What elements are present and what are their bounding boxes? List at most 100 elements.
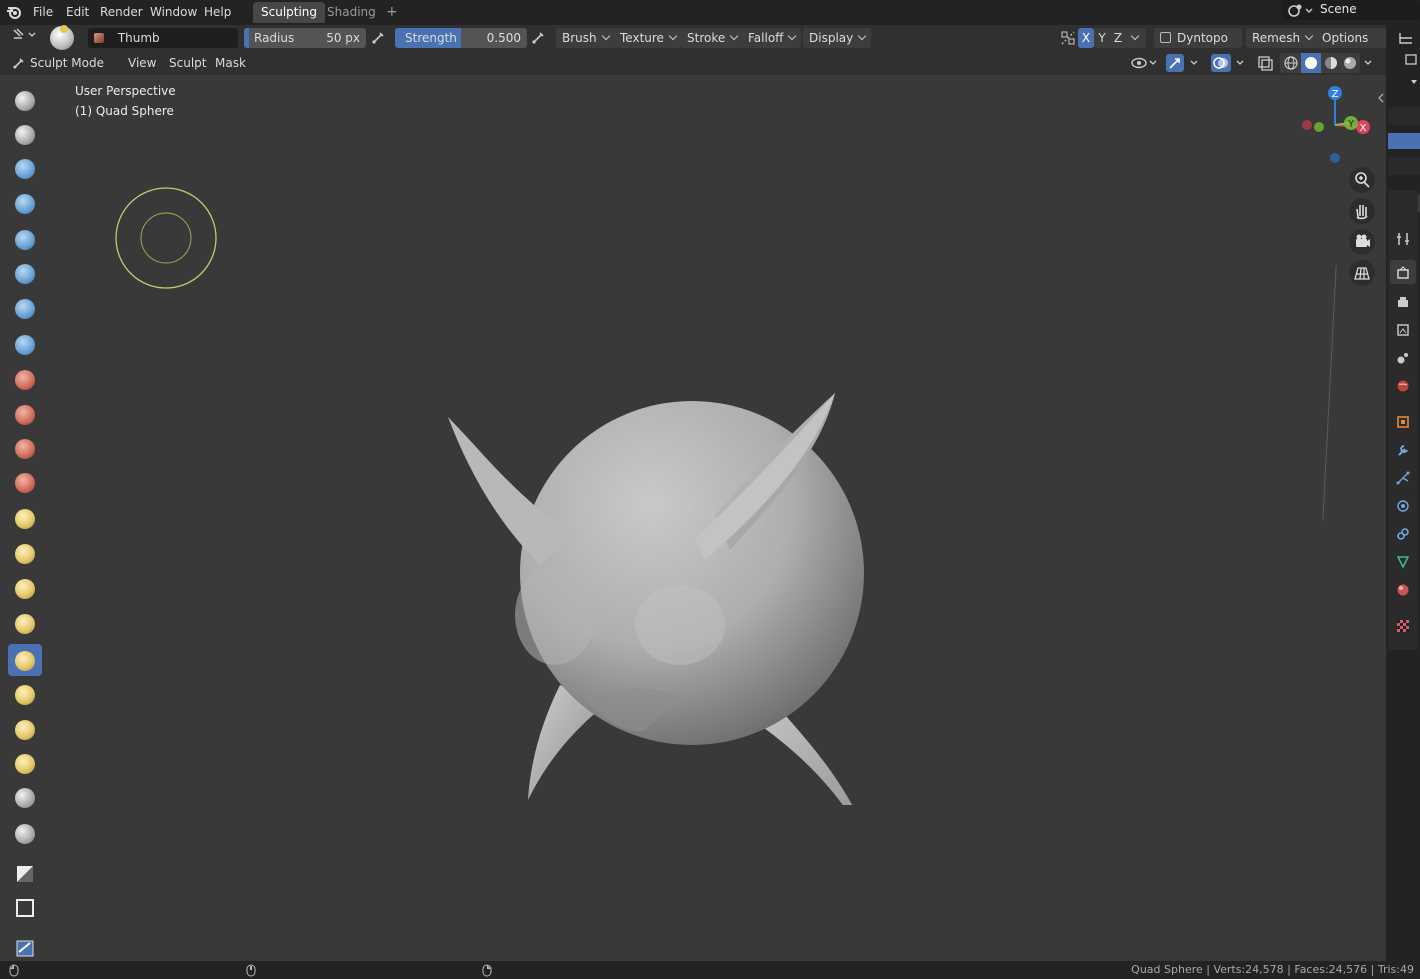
tool-fill[interactable] — [8, 466, 42, 498]
scene-selector[interactable]: Scene — [1282, 0, 1420, 20]
visibility-icon[interactable] — [1130, 55, 1160, 71]
menu-help[interactable]: Help — [199, 3, 236, 21]
material-shading-icon[interactable] — [1323, 55, 1339, 71]
texture-menu[interactable]: Texture — [614, 28, 682, 48]
wireframe-shading-icon[interactable] — [1283, 55, 1299, 71]
constraints-icon[interactable] — [1396, 527, 1410, 541]
sculpt-mesh[interactable] — [430, 305, 900, 805]
tool-draw-sharp[interactable] — [8, 118, 42, 150]
thumb-brush-icon — [15, 651, 35, 671]
tool-scrape[interactable] — [8, 502, 42, 534]
tool-layer[interactable] — [8, 257, 42, 289]
radius-pressure-icon[interactable] — [370, 31, 386, 45]
particles-icon[interactable] — [1396, 471, 1410, 485]
tool-clay-thumb[interactable] — [8, 223, 42, 255]
3d-viewport[interactable]: User Perspective (1) Quad Sphere Z X Y — [0, 75, 1386, 961]
menu-sculpt[interactable]: Sculpt — [164, 54, 211, 72]
tool-clay[interactable] — [8, 152, 42, 184]
menu-mask[interactable]: Mask — [210, 54, 251, 72]
symmetry-z-toggle[interactable]: Z — [1110, 28, 1126, 48]
falloff-menu[interactable]: Falloff — [742, 28, 802, 48]
tool-smooth[interactable] — [8, 398, 42, 430]
world-icon[interactable] — [1396, 379, 1410, 393]
brush-name-field[interactable]: Thumb — [88, 28, 238, 48]
add-workspace-button[interactable]: + — [378, 2, 406, 23]
collapse-sidebar-icon[interactable] — [1376, 91, 1386, 105]
brush-menu[interactable]: Brush — [556, 28, 615, 48]
tool-type-dropdown[interactable] — [6, 28, 38, 48]
stroke-menu[interactable]: Stroke — [681, 28, 744, 48]
menu-file[interactable]: File — [28, 3, 58, 21]
modifier-wrench-icon[interactable] — [1396, 443, 1410, 457]
tool-inflate[interactable] — [8, 292, 42, 324]
chevron-down-icon[interactable] — [1360, 55, 1376, 71]
material-icon[interactable] — [1396, 583, 1410, 597]
crease-brush-icon — [15, 370, 35, 390]
orientation-gizmo[interactable]: Z X Y — [1290, 83, 1380, 167]
physics-icon[interactable] — [1396, 499, 1410, 513]
strength-pressure-icon[interactable] — [530, 31, 546, 45]
render-icon[interactable] — [1396, 266, 1410, 280]
rendered-shading-icon[interactable] — [1342, 55, 1358, 71]
scene-props-icon[interactable] — [1396, 351, 1410, 365]
symmetry-x-toggle[interactable]: X — [1078, 28, 1094, 48]
tool-grab[interactable] — [8, 607, 42, 639]
tool-annotate[interactable] — [8, 932, 42, 964]
radius-slider[interactable]: Radius 50 px — [244, 28, 366, 48]
menu-edit[interactable]: Edit — [61, 3, 94, 21]
mesh-data-icon[interactable] — [1396, 555, 1410, 569]
tab-sculpting[interactable]: Sculpting — [253, 2, 326, 23]
tool-blob[interactable] — [8, 328, 42, 360]
menu-render[interactable]: Render — [95, 3, 148, 21]
tool-crease[interactable] — [8, 363, 42, 395]
projection-toggle-button[interactable] — [1349, 260, 1375, 286]
outliner-item-icon[interactable] — [1402, 53, 1420, 67]
tool-clay-strips[interactable] — [8, 187, 42, 219]
tool-multiplane-scrape[interactable] — [8, 537, 42, 569]
xray-icon[interactable] — [1256, 55, 1274, 71]
tab-shading[interactable]: Shading — [319, 2, 384, 23]
pan-button[interactable] — [1349, 198, 1375, 224]
camera-view-button[interactable] — [1349, 229, 1375, 255]
tool-pinch[interactable] — [8, 572, 42, 604]
tool-nudge[interactable] — [8, 713, 42, 745]
chevron-down-icon[interactable] — [1186, 55, 1202, 71]
blender-logo-icon[interactable] — [6, 4, 22, 20]
remesh-panel[interactable]: Remesh — [1246, 28, 1319, 48]
tool-mask[interactable] — [8, 858, 42, 890]
display-menu[interactable]: Display — [803, 28, 872, 48]
chevron-down-icon[interactable] — [1232, 55, 1248, 71]
tool-boundary[interactable] — [8, 817, 42, 849]
tool-slide-relax[interactable] — [8, 781, 42, 813]
object-icon[interactable] — [1396, 415, 1410, 429]
outliner-icon[interactable] — [1396, 31, 1420, 45]
tool-rotate[interactable] — [8, 747, 42, 779]
tool-thumb[interactable] — [8, 644, 42, 676]
mirror-icon — [1061, 31, 1075, 45]
symmetry-options-dropdown[interactable] — [1126, 28, 1146, 48]
chevron-down-icon[interactable] — [1408, 77, 1420, 87]
menu-window[interactable]: Window — [145, 3, 202, 21]
tool-draw[interactable] — [8, 84, 42, 116]
options-panel[interactable]: Options — [1316, 28, 1386, 61]
outliner-row[interactable] — [1388, 157, 1420, 175]
mode-selector[interactable]: Sculpt Mode — [6, 53, 116, 86]
overlays-toggle[interactable] — [1211, 54, 1231, 72]
output-icon[interactable] — [1396, 295, 1410, 309]
strength-slider[interactable]: Strength 0.500 — [395, 28, 527, 48]
texture-icon[interactable] — [1396, 619, 1410, 633]
outliner-row[interactable] — [1388, 107, 1420, 125]
symmetry-y-toggle[interactable]: Y — [1094, 28, 1110, 48]
dyntopo-checkbox[interactable] — [1160, 32, 1171, 43]
zoom-button[interactable] — [1349, 167, 1375, 193]
outliner-selected-row[interactable] — [1388, 133, 1420, 149]
menu-view[interactable]: View — [123, 54, 161, 72]
tool-box-mask[interactable] — [8, 892, 42, 924]
tool-settings-icon[interactable] — [1396, 232, 1410, 246]
tool-pose[interactable] — [8, 678, 42, 710]
dyntopo-panel[interactable]: Dyntopo — [1154, 28, 1242, 61]
view-layer-icon[interactable] — [1396, 323, 1410, 337]
gizmo-toggle[interactable] — [1166, 54, 1184, 72]
tool-flatten[interactable] — [8, 432, 42, 464]
solid-shading-button[interactable] — [1301, 53, 1321, 73]
